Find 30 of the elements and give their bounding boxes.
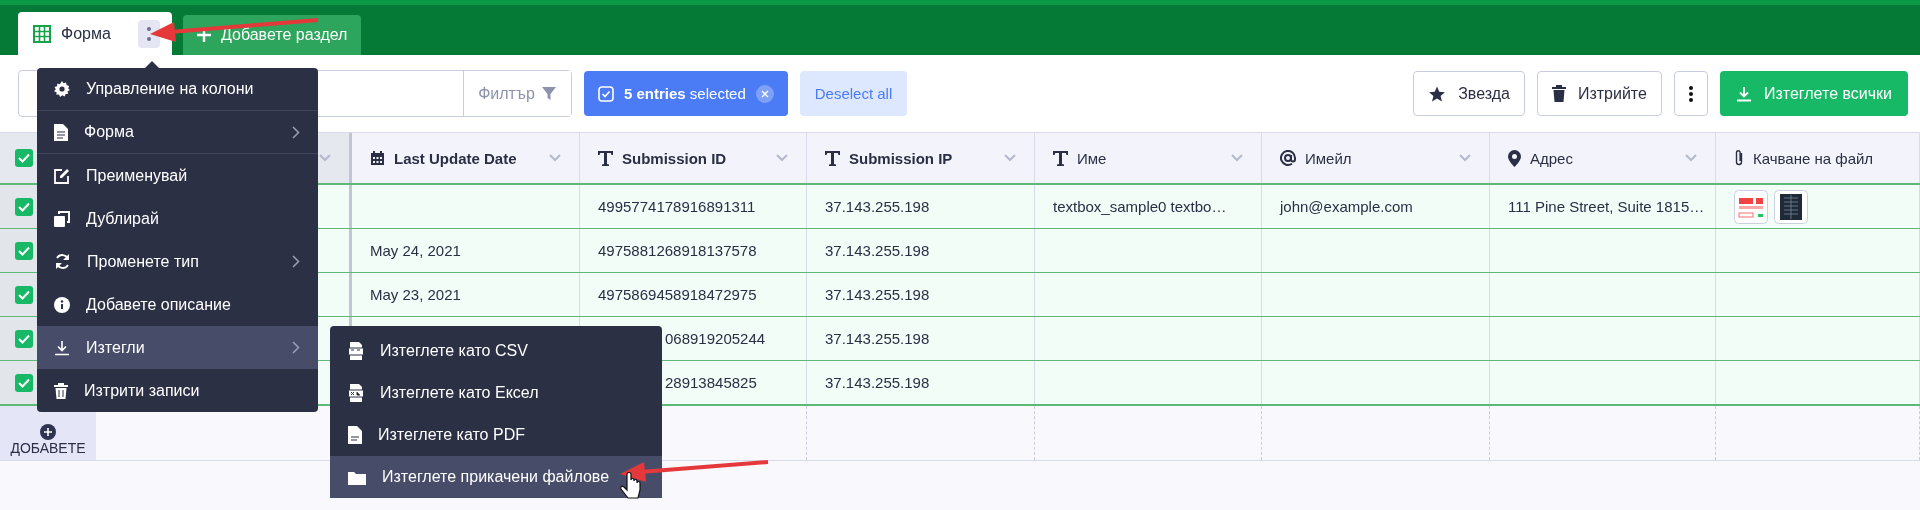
menu-label: Преименувай: [86, 166, 189, 185]
table-cell: textbox_sample0 textbo…: [1053, 198, 1227, 215]
menu-label: Изтеглете прикачени файлове: [382, 468, 610, 486]
menu-label: Изтеглете като CSV: [380, 342, 528, 360]
selection-count: 5 entries selected: [624, 85, 746, 102]
menu-label: Изтеглете като Ексел: [380, 384, 539, 402]
menu-label: Променете тип: [87, 252, 200, 271]
table-cell: 068919205244: [665, 330, 766, 347]
tab-label: Форма: [61, 24, 112, 43]
table-cell: 111 Pine Street, Suite 1815…: [1508, 198, 1705, 215]
menu-label: Изтрити записи: [84, 381, 201, 400]
table-cell: john@example.com: [1280, 198, 1413, 215]
menu-label: Дублирай: [86, 209, 160, 228]
table-cell: May 24, 2021: [370, 242, 461, 259]
menu-label: Управление на колони: [86, 80, 255, 98]
table-cell: 4975881268918137578: [598, 242, 757, 259]
table-cell: 4995774178916891311: [598, 198, 756, 215]
table-cell: 37.143.255.198: [825, 330, 930, 347]
table-cell: 37.143.255.198: [825, 198, 930, 215]
table-cell: 37.143.255.198: [825, 374, 930, 391]
table-cell: May 23, 2021: [370, 286, 461, 303]
table-cell: 28913845825: [665, 374, 757, 391]
menu-label: Изтеглете като PDF: [378, 426, 525, 444]
table-cell: 37.143.255.198: [825, 242, 930, 259]
table-cell: 4975869458918472975: [598, 286, 757, 303]
menu-label: Форма: [84, 123, 135, 141]
table-cell: 37.143.255.198: [825, 286, 930, 303]
menu-label: Добавете описание: [86, 295, 232, 314]
add-label: ДОБАВЕТЕ: [10, 440, 86, 456]
menu-label: Изтегли: [86, 338, 146, 357]
